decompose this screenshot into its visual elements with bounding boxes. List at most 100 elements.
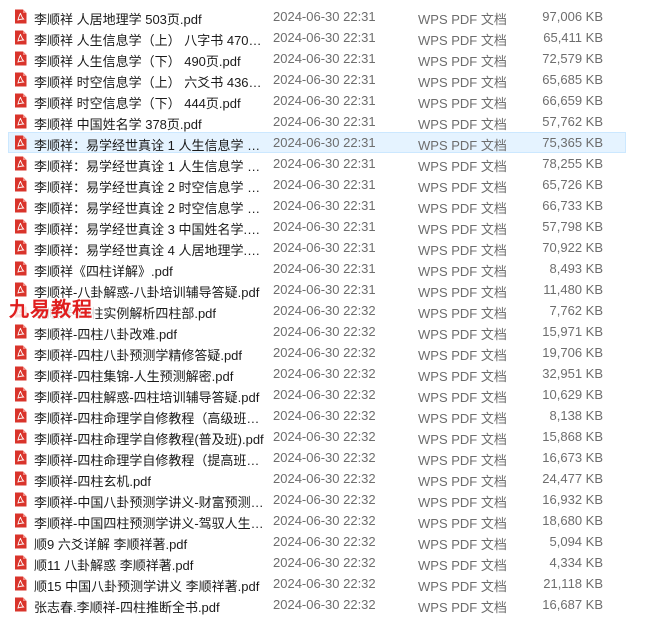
file-type: WPS PDF 文档 <box>418 516 507 531</box>
file-row[interactable]: 李顺祥-八卦解惑-八卦培训辅导答疑.pdf 2024-06-30 22:31 WPS… <box>8 279 626 300</box>
file-size: 18,680 KB <box>542 513 603 528</box>
file-row[interactable]: 李顺祥 中国姓名学 378页.pdf 2024-06-30 22:31 WPS PD… <box>8 111 626 132</box>
file-name: 李顺祥 时空信息学（上） 六爻书 436页.... <box>34 75 264 90</box>
file-row[interactable]: 李顺祥《四柱详解》.pdf 2024-06-30 22:31 WPS PDF 文档 8… <box>8 258 626 279</box>
pdf-file-icon <box>14 114 27 129</box>
file-size: 8,138 KB <box>549 408 604 423</box>
file-row[interactable]: 李顺祥：易学经世真诠 2 时空信息学 下... 2024-06-30 22:31 W… <box>8 195 626 216</box>
file-type: WPS PDF 文档 <box>418 138 507 153</box>
file-row[interactable]: 李顺祥：易学经世真诠 2 时空信息学 上... 2024-06-30 22:31 W… <box>8 174 626 195</box>
pdf-file-icon <box>14 429 27 444</box>
file-row[interactable]: 李顺祥-四柱玄机.pdf 2024-06-30 22:32 WPS PDF 文档 24… <box>8 468 626 489</box>
file-row[interactable]: 李顺祥-四柱命理学自修教程(普及班).pdf 2024-06-30 22:32 WP… <box>8 426 626 447</box>
file-modified-date: 2024-06-30 22:31 <box>273 72 376 87</box>
file-row[interactable]: 李顺祥-四柱八卦预测学精修答疑.pdf 2024-06-30 22:32 WPS P… <box>8 342 626 363</box>
file-size: 5,094 KB <box>549 534 604 549</box>
file-modified-date: 2024-06-30 22:31 <box>273 114 376 129</box>
file-name: 李顺祥-中国八卦预测学讲义-财富预测深... <box>34 495 264 510</box>
file-row[interactable]: 张志春.李顺祥-四柱推断全书.pdf 2024-06-30 22:32 WPS PD… <box>8 594 626 615</box>
file-size: 97,006 KB <box>542 9 603 24</box>
file-modified-date: 2024-06-30 22:32 <box>273 324 376 339</box>
pdf-file-icon <box>14 30 27 45</box>
file-size: 8,493 KB <box>549 261 604 276</box>
file-name: 张志春.李顺祥-四柱推断全书.pdf <box>34 600 220 615</box>
file-size: 66,733 KB <box>542 198 603 213</box>
file-name: 李顺祥《四柱详解》.pdf <box>34 264 173 279</box>
file-name: 李顺祥：易学经世真诠 4 人居地理学.pdf <box>34 243 264 258</box>
file-row[interactable]: 李顺祥：易学经世真诠 4 人居地理学.pdf 2024-06-30 22:31 WP… <box>8 237 626 258</box>
file-name: 李顺祥 中国姓名学 378页.pdf <box>34 117 202 132</box>
pdf-file-icon <box>14 597 27 612</box>
file-size: 66,659 KB <box>542 93 603 108</box>
file-modified-date: 2024-06-30 22:31 <box>273 219 376 234</box>
file-row[interactable]: 李顺祥-中国八卦预测学讲义-财富预测深... 2024-06-30 22:32 WP… <box>8 489 626 510</box>
file-name: 李顺祥-四柱玄机.pdf <box>34 474 152 489</box>
pdf-file-icon <box>14 534 27 549</box>
file-row[interactable]: 李顺祥：易学经世真诠 1 人生信息学 上... 2024-06-30 22:31 W… <box>8 132 626 153</box>
file-size: 75,365 KB <box>542 135 603 150</box>
file-type: WPS PDF 文档 <box>418 600 507 615</box>
file-row[interactable]: 李顺祥-四柱实例解析四柱部.pdf 2024-06-30 22:32 WPS PDF… <box>8 300 626 321</box>
file-row[interactable]: 李顺祥 时空信息学（下） 444页.pdf 2024-06-30 22:31 WPS… <box>8 90 626 111</box>
file-type: WPS PDF 文档 <box>418 348 507 363</box>
file-modified-date: 2024-06-30 22:32 <box>273 408 376 423</box>
file-modified-date: 2024-06-30 22:32 <box>273 534 376 549</box>
file-row[interactable]: 李顺祥-四柱命理学自修教程（高级班）.... 2024-06-30 22:32 WP… <box>8 405 626 426</box>
pdf-file-icon <box>14 387 27 402</box>
file-size: 21,118 KB <box>543 576 603 591</box>
file-modified-date: 2024-06-30 22:32 <box>273 387 376 402</box>
file-size: 15,971 KB <box>542 324 603 339</box>
file-modified-date: 2024-06-30 22:32 <box>273 303 376 318</box>
pdf-file-icon <box>14 324 27 339</box>
file-type: WPS PDF 文档 <box>418 285 507 300</box>
file-modified-date: 2024-06-30 22:32 <box>273 450 376 465</box>
file-row[interactable]: 李顺祥 时空信息学（上） 六爻书 436页.... 2024-06-30 22:3… <box>8 69 626 90</box>
pdf-file-icon <box>14 198 27 213</box>
file-modified-date: 2024-06-30 22:32 <box>273 513 376 528</box>
file-size: 78,255 KB <box>542 156 603 171</box>
file-size: 57,798 KB <box>542 219 603 234</box>
file-name: 顺9 六爻详解 李顺祥著.pdf <box>34 537 188 552</box>
file-size: 16,687 KB <box>542 597 603 612</box>
file-row[interactable]: 李顺祥 人生信息学（上） 八字书 470页.... 2024-06-30 22:3… <box>8 27 626 48</box>
file-row[interactable]: 顺9 六爻详解 李顺祥著.pdf 2024-06-30 22:32 WPS PDF … <box>8 531 626 552</box>
file-row[interactable]: 李顺祥-四柱八卦改难.pdf 2024-06-30 22:32 WPS PDF 文档… <box>8 321 626 342</box>
file-name: 顺15 中国八卦预测学讲义 李顺祥著.pdf <box>34 579 260 594</box>
file-row[interactable]: 李顺祥-四柱解惑-四柱培训辅导答疑.pdf 2024-06-30 22:32 WPS… <box>8 384 626 405</box>
file-name: 顺11 八卦解惑 李顺祥著.pdf <box>34 558 194 573</box>
file-row[interactable]: 李顺祥 人居地理学 503页.pdf 2024-06-30 22:31 WPS PD… <box>8 6 626 27</box>
file-type: WPS PDF 文档 <box>418 222 507 237</box>
file-name: 李顺祥：易学经世真诠 1 人生信息学 上... <box>34 138 264 153</box>
file-name: 李顺祥：易学经世真诠 2 时空信息学 下... <box>34 201 264 216</box>
file-size: 11,480 KB <box>543 282 603 297</box>
file-modified-date: 2024-06-30 22:31 <box>273 198 376 213</box>
file-row[interactable]: 李顺祥-中国四柱预测学讲义-驾驭人生深... 2024-06-30 22:32 WP… <box>8 510 626 531</box>
file-type: WPS PDF 文档 <box>418 159 507 174</box>
watermark-text: 九易教程 <box>7 298 95 322</box>
file-modified-date: 2024-06-30 22:31 <box>273 261 376 276</box>
file-type: WPS PDF 文档 <box>418 390 507 405</box>
file-list: 李顺祥 人居地理学 503页.pdf 2024-06-30 22:31 WPS PD… <box>0 6 649 615</box>
file-modified-date: 2024-06-30 22:32 <box>273 471 376 486</box>
file-size: 65,685 KB <box>542 72 603 87</box>
file-size: 16,673 KB <box>542 450 603 465</box>
file-name: 李顺祥-四柱八卦预测学精修答疑.pdf <box>34 348 243 363</box>
file-row[interactable]: 顺11 八卦解惑 李顺祥著.pdf 2024-06-30 22:32 WPS PDF… <box>8 552 626 573</box>
file-type: WPS PDF 文档 <box>418 453 507 468</box>
file-size: 10,629 KB <box>542 387 603 402</box>
file-row[interactable]: 李顺祥 人生信息学（下） 490页.pdf 2024-06-30 22:31 WPS… <box>8 48 626 69</box>
pdf-file-icon <box>14 72 27 87</box>
file-row[interactable]: 李顺祥-四柱命理学自修教程（提高班）.... 2024-06-30 22:32 WP… <box>8 447 626 468</box>
file-row[interactable]: 顺15 中国八卦预测学讲义 李顺祥著.pdf 2024-06-30 22:32 WP… <box>8 573 626 594</box>
file-name: 李顺祥：易学经世真诠 1 人生信息学 下... <box>34 159 264 174</box>
file-modified-date: 2024-06-30 22:31 <box>273 135 376 150</box>
file-row[interactable]: 李顺祥-四柱集锦-人生预测解密.pdf 2024-06-30 22:32 WPS P… <box>8 363 626 384</box>
file-row[interactable]: 李顺祥：易学经世真诠 1 人生信息学 下... 2024-06-30 22:31 W… <box>8 153 626 174</box>
file-name: 李顺祥：易学经世真诠 3 中国姓名学.pdf <box>34 222 264 237</box>
file-modified-date: 2024-06-30 22:31 <box>273 51 376 66</box>
file-type: WPS PDF 文档 <box>418 75 507 90</box>
pdf-file-icon <box>14 450 27 465</box>
file-modified-date: 2024-06-30 22:32 <box>273 366 376 381</box>
file-row[interactable]: 李顺祥：易学经世真诠 3 中国姓名学.pdf 2024-06-30 22:31 WP… <box>8 216 626 237</box>
file-modified-date: 2024-06-30 22:32 <box>273 345 376 360</box>
